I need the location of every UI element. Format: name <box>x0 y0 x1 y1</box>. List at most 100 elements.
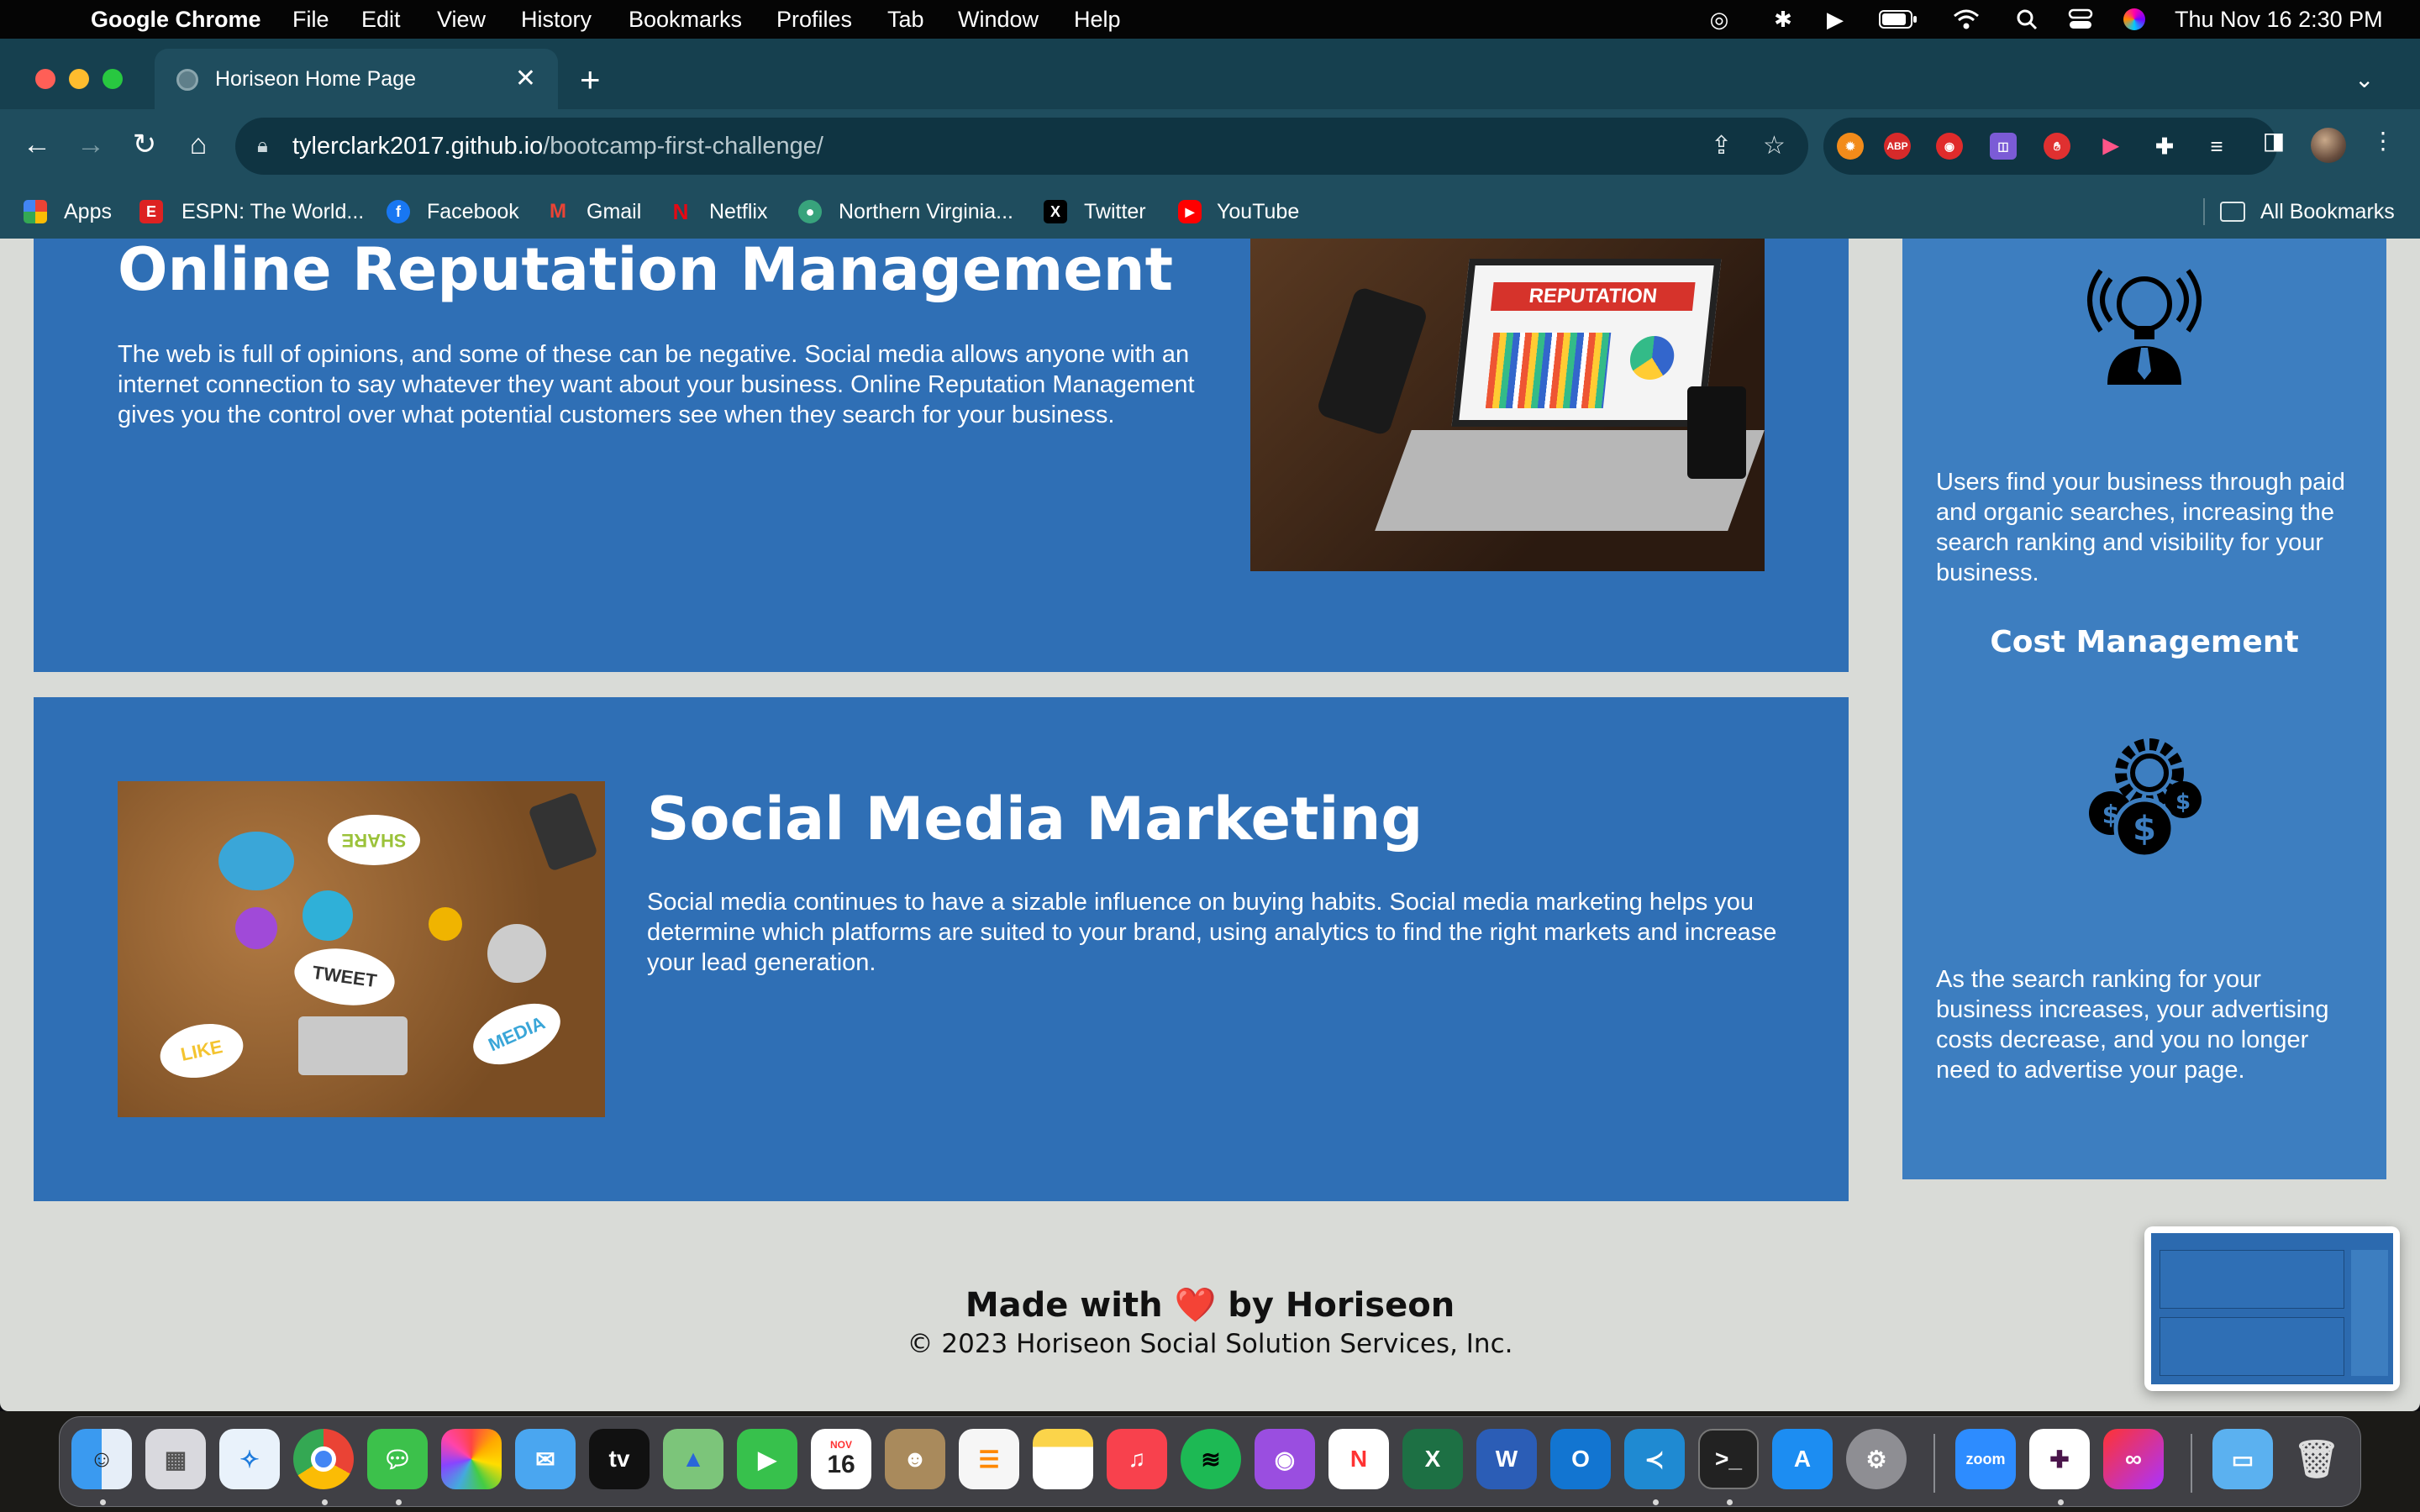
side-panel-icon[interactable]: ◨ <box>2257 124 2291 158</box>
bookmark-netflix[interactable]: Netflix <box>709 185 767 239</box>
youtube-icon: ▶ <box>1178 200 1202 223</box>
svg-text:$: $ <box>2175 790 2191 815</box>
apple-tv-icon[interactable]: tv <box>589 1429 650 1489</box>
sun-extension-icon[interactable]: ✹ <box>1837 133 1864 160</box>
window-zoom-button[interactable] <box>103 69 123 89</box>
creative-cloud-icon[interactable]: ◎ <box>1706 7 1733 32</box>
reminders-icon[interactable]: ☰ <box>959 1429 1019 1489</box>
home-icon[interactable]: ⌂ <box>178 124 218 165</box>
window-minimize-button[interactable] <box>69 69 89 89</box>
translate-extension-icon[interactable]: ◫ <box>1990 133 2017 160</box>
bookmark-youtube[interactable]: YouTube <box>1217 185 1299 239</box>
app-store-icon[interactable]: A <box>1772 1429 1833 1489</box>
music-icon[interactable]: ♫ <box>1107 1429 1167 1489</box>
system-settings-gear-icon[interactable]: ⚙ <box>1846 1429 1907 1489</box>
menu-clock[interactable]: Thu Nov 16 2:30 PM <box>2175 0 2383 39</box>
control-center-icon[interactable] <box>2067 7 2094 32</box>
bookmark-northern-virginia[interactable]: Northern Virginia... <box>839 185 1013 239</box>
bookmark-all-bookmarks[interactable]: All Bookmarks <box>2260 185 2395 239</box>
forward-arrow-icon[interactable]: → <box>71 124 111 165</box>
bookmark-apps[interactable]: Apps <box>64 185 112 239</box>
menu-tab[interactable]: Tab <box>887 0 924 39</box>
thumbnail-card-1 <box>2160 1250 2344 1309</box>
menu-window[interactable]: Window <box>958 0 1039 39</box>
safari-icon[interactable]: ✧ <box>219 1429 280 1489</box>
word-icon[interactable]: W <box>1476 1429 1537 1489</box>
red-circle-extension-icon[interactable]: ◉ <box>1936 133 1963 160</box>
share-icon[interactable]: ⇪ <box>1711 118 1732 175</box>
trash-icon[interactable]: 🗑︎ <box>2286 1429 2347 1489</box>
messages-icon[interactable]: 💬︎ <box>367 1429 428 1489</box>
contacts-icon[interactable]: ☻ <box>885 1429 945 1489</box>
bookmark-espn[interactable]: ESPN: The World... <box>182 185 364 239</box>
browser-chrome: Horiseon Home Page ✕ + ⌄ ← → ↻ ⌂ 🔒︎ tyle… <box>0 39 2420 239</box>
laptop-graphic <box>298 1016 408 1075</box>
facetime-icon[interactable]: ▶ <box>737 1429 797 1489</box>
share-bubble: SHARE <box>328 815 420 865</box>
menu-help[interactable]: Help <box>1074 0 1121 39</box>
screenshot-preview-thumbnail[interactable] <box>2144 1226 2400 1391</box>
reload-icon[interactable]: ↻ <box>124 124 165 165</box>
spotify-icon[interactable]: ≋ <box>1181 1429 1241 1489</box>
vscode-running-dot <box>1653 1499 1659 1505</box>
chrome-icon[interactable] <box>293 1429 354 1489</box>
bookmark-gmail[interactable]: Gmail <box>587 185 641 239</box>
bookmarks-divider <box>2203 198 2205 225</box>
photos-icon[interactable] <box>441 1429 502 1489</box>
url-host: tylerclark2017.github.io <box>292 133 544 160</box>
bluetooth-icon[interactable]: ✱ <box>1770 7 1797 32</box>
downloads-folder-icon[interactable]: ▭ <box>2212 1429 2273 1489</box>
lock-icon[interactable]: 🔒︎ <box>257 118 268 175</box>
more-menu-icon[interactable]: ⋮ <box>2366 124 2400 158</box>
video-extension-icon[interactable]: ▶ <box>2097 133 2124 160</box>
adblock-plus-icon[interactable]: ABP <box>1884 133 1911 160</box>
notes-icon[interactable] <box>1033 1429 1093 1489</box>
news-icon[interactable]: N <box>1328 1429 1389 1489</box>
page-viewport[interactable]: Online Reputation Management The web is … <box>0 239 2420 1411</box>
new-tab-button[interactable]: + <box>580 50 601 109</box>
social-media-table-image: SHARE TWEET LIKE MEDIA <box>118 781 605 1117</box>
menu-file[interactable]: File <box>292 0 329 39</box>
extensions-puzzle-icon[interactable]: ✚ <box>2151 133 2178 160</box>
thumbnail-sidebar <box>2351 1250 2388 1376</box>
menu-history[interactable]: History <box>521 0 592 39</box>
slack-icon[interactable]: ✚ <box>2029 1429 2090 1489</box>
creative-cloud-app-icon[interactable]: ∞ <box>2103 1429 2164 1489</box>
terminal-icon[interactable]: >_ <box>1698 1429 1759 1489</box>
menu-view[interactable]: View <box>437 0 486 39</box>
tab-close-icon[interactable]: ✕ <box>515 49 536 109</box>
spotlight-search-icon[interactable] <box>2013 7 2040 32</box>
hand-stop-extension-icon[interactable]: ✋︎ <box>2044 133 2070 160</box>
mail-icon[interactable]: ✉ <box>515 1429 576 1489</box>
finder-icon[interactable]: ☺ <box>71 1429 132 1489</box>
menu-app-name[interactable]: Google Chrome <box>91 0 261 39</box>
robot-bubble <box>487 924 546 983</box>
back-arrow-icon[interactable]: ← <box>17 124 57 165</box>
menu-bookmarks[interactable]: Bookmarks <box>629 0 742 39</box>
bookmark-facebook[interactable]: Facebook <box>427 185 519 239</box>
outlook-icon[interactable]: O <box>1550 1429 1611 1489</box>
bookmark-twitter[interactable]: Twitter <box>1084 185 1146 239</box>
zoom-icon[interactable]: zoom <box>1955 1429 2016 1489</box>
vscode-icon[interactable]: ≺ <box>1624 1429 1685 1489</box>
launchpad-icon[interactable]: ▦ <box>145 1429 206 1489</box>
browser-toolbar: ← → ↻ ⌂ 🔒︎ tylerclark2017.github.io/boot… <box>0 109 2420 185</box>
window-close-button[interactable] <box>35 69 55 89</box>
siri-icon[interactable] <box>2121 7 2148 32</box>
bookmark-star-icon[interactable]: ☆ <box>1763 118 1786 175</box>
calendar-icon[interactable]: NOV 16 <box>811 1429 871 1489</box>
url-text[interactable]: tylerclark2017.github.io/bootcamp-first-… <box>292 118 823 175</box>
media-play-icon[interactable]: ▶ <box>1822 7 1849 32</box>
tab-search-chevron-icon[interactable]: ⌄ <box>2354 50 2374 109</box>
podcasts-icon[interactable]: ◉ <box>1255 1429 1315 1489</box>
excel-icon[interactable]: X <box>1402 1429 1463 1489</box>
address-bar[interactable]: 🔒︎ tylerclark2017.github.io/bootcamp-fir… <box>235 118 1808 175</box>
reading-list-icon[interactable]: ≡ <box>2203 133 2230 160</box>
profile-avatar[interactable] <box>2311 128 2346 163</box>
menu-profiles[interactable]: Profiles <box>776 0 852 39</box>
maps-icon[interactable]: ▲ <box>663 1429 723 1489</box>
tab-horiseon[interactable]: Horiseon Home Page ✕ <box>155 49 558 109</box>
menu-edit[interactable]: Edit <box>361 0 401 39</box>
wifi-icon[interactable] <box>1953 7 1980 32</box>
battery-icon[interactable] <box>1877 7 1919 32</box>
